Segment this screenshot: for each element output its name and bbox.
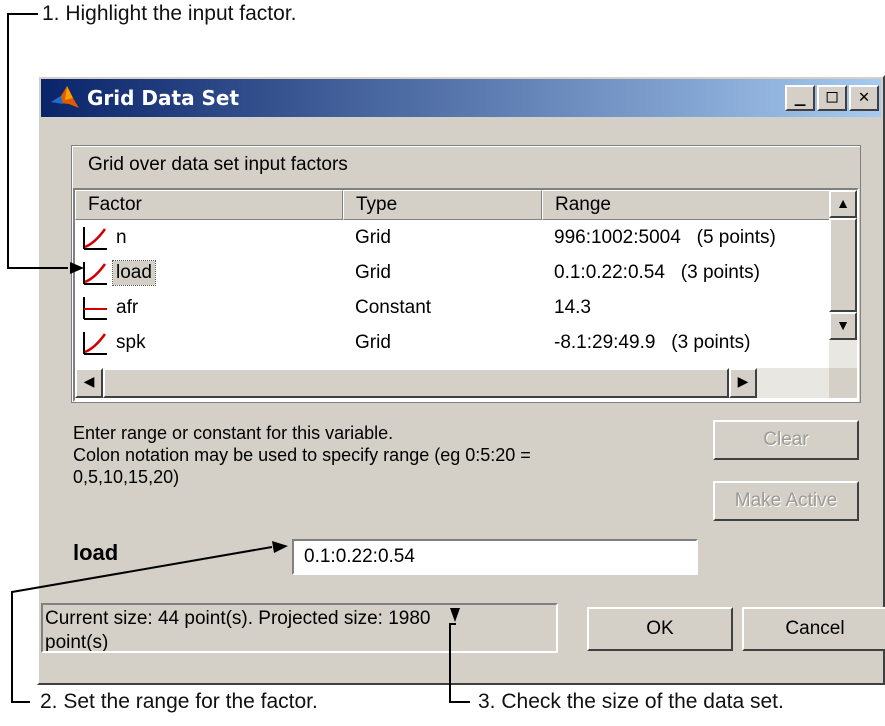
range-cell: 14.3 xyxy=(554,296,591,318)
ok-button[interactable]: OK xyxy=(587,607,733,651)
factor-name: afr xyxy=(116,296,139,318)
table-row[interactable]: n Grid 996:1002:5004 (5 points) xyxy=(75,220,831,255)
factor-name: spk xyxy=(116,331,146,353)
range-cell: -8.1:29:49.9 (3 points) xyxy=(554,331,751,353)
constant-factor-icon xyxy=(83,296,107,320)
table-row[interactable]: afr Constant 14.3 xyxy=(75,290,831,325)
window-controls: _ □ ✕ xyxy=(785,85,879,111)
table-row[interactable]: load Grid 0.1:0.22:0.54 (3 points) xyxy=(75,255,831,290)
callout-step-2: 2. Set the range for the factor. xyxy=(40,690,318,713)
vertical-scroll-thumb[interactable] xyxy=(829,218,857,312)
factor-name: load xyxy=(112,259,156,286)
minimize-button[interactable]: _ xyxy=(785,85,815,111)
scrollbar-corner xyxy=(829,368,857,398)
callout-step-1: 1. Highlight the input factor. xyxy=(42,2,297,25)
selected-factor-label: load xyxy=(73,540,119,565)
scroll-up-arrow-icon[interactable]: ▲ xyxy=(829,190,857,218)
factor-name: n xyxy=(116,226,127,248)
type-cell: Grid xyxy=(355,261,391,283)
factor-rows: n Grid 996:1002:5004 (5 points) load Grid 0.1… xyxy=(75,220,831,360)
matlab-logo-icon xyxy=(51,86,79,108)
vertical-scrollbar[interactable]: ▲ ▼ xyxy=(829,190,857,368)
factor-cell[interactable]: load xyxy=(75,259,343,286)
range-input[interactable]: 0.1:0.22:0.54 xyxy=(292,539,698,575)
make-active-button[interactable]: Make Active xyxy=(713,481,859,521)
factor-cell[interactable]: n xyxy=(75,225,343,251)
grid-factor-icon xyxy=(83,331,107,355)
column-header-type[interactable]: Type xyxy=(343,190,542,220)
scroll-down-arrow-icon[interactable]: ▼ xyxy=(829,312,857,340)
horizontal-scrollbar[interactable]: ◀ ▶ xyxy=(75,368,831,398)
instruction-line-2: Colon notation may be used to specify ra… xyxy=(73,445,531,465)
type-cell: Constant xyxy=(355,296,432,318)
horizontal-scroll-thumb[interactable] xyxy=(103,368,729,398)
size-status: Current size: 44 point(s). Projected siz… xyxy=(41,603,558,653)
factor-cell[interactable]: spk xyxy=(75,330,343,356)
table-row[interactable]: spk Grid -8.1:29:49.9 (3 points) xyxy=(75,325,831,360)
maximize-button[interactable]: □ xyxy=(817,85,847,111)
instruction-line-3: 0,5,10,15,20) xyxy=(73,467,180,487)
table-header: Factor Type Range xyxy=(75,190,831,220)
column-header-factor[interactable]: Factor xyxy=(75,190,343,220)
instruction-line-1: Enter range or constant for this variabl… xyxy=(73,423,394,443)
range-instructions: Enter range or constant for this variabl… xyxy=(73,422,633,488)
status-line-2: point(s) xyxy=(45,632,109,653)
window-title: Grid Data Set xyxy=(87,86,240,110)
column-header-range[interactable]: Range xyxy=(542,190,831,220)
cancel-button[interactable]: Cancel xyxy=(742,607,885,651)
factor-table: Factor Type Range n Grid 996:1002:5004 (5 … xyxy=(73,188,859,402)
grid-data-set-dialog: Grid Data Set _ □ ✕ Grid over data set i… xyxy=(37,75,885,685)
close-button[interactable]: ✕ xyxy=(849,85,879,111)
factor-cell[interactable]: afr xyxy=(75,295,343,321)
scroll-left-arrow-icon[interactable]: ◀ xyxy=(75,368,103,398)
status-line-1: Current size: 44 point(s). Projected siz… xyxy=(45,608,431,629)
type-cell: Grid xyxy=(355,331,391,353)
range-cell: 0.1:0.22:0.54 (3 points) xyxy=(554,261,760,283)
callout-step-3: 3. Check the size of the data set. xyxy=(478,690,784,713)
title-bar[interactable]: Grid Data Set _ □ ✕ xyxy=(41,79,881,117)
grid-factor-icon xyxy=(83,261,107,285)
clear-button[interactable]: Clear xyxy=(713,420,859,460)
grid-factors-group: Grid over data set input factors Factor … xyxy=(71,145,861,403)
range-cell: 996:1002:5004 (5 points) xyxy=(554,226,776,248)
type-cell: Grid xyxy=(355,226,391,248)
grid-factor-icon xyxy=(83,226,107,250)
scroll-right-arrow-icon[interactable]: ▶ xyxy=(729,368,757,398)
group-label: Grid over data set input factors xyxy=(88,154,348,175)
